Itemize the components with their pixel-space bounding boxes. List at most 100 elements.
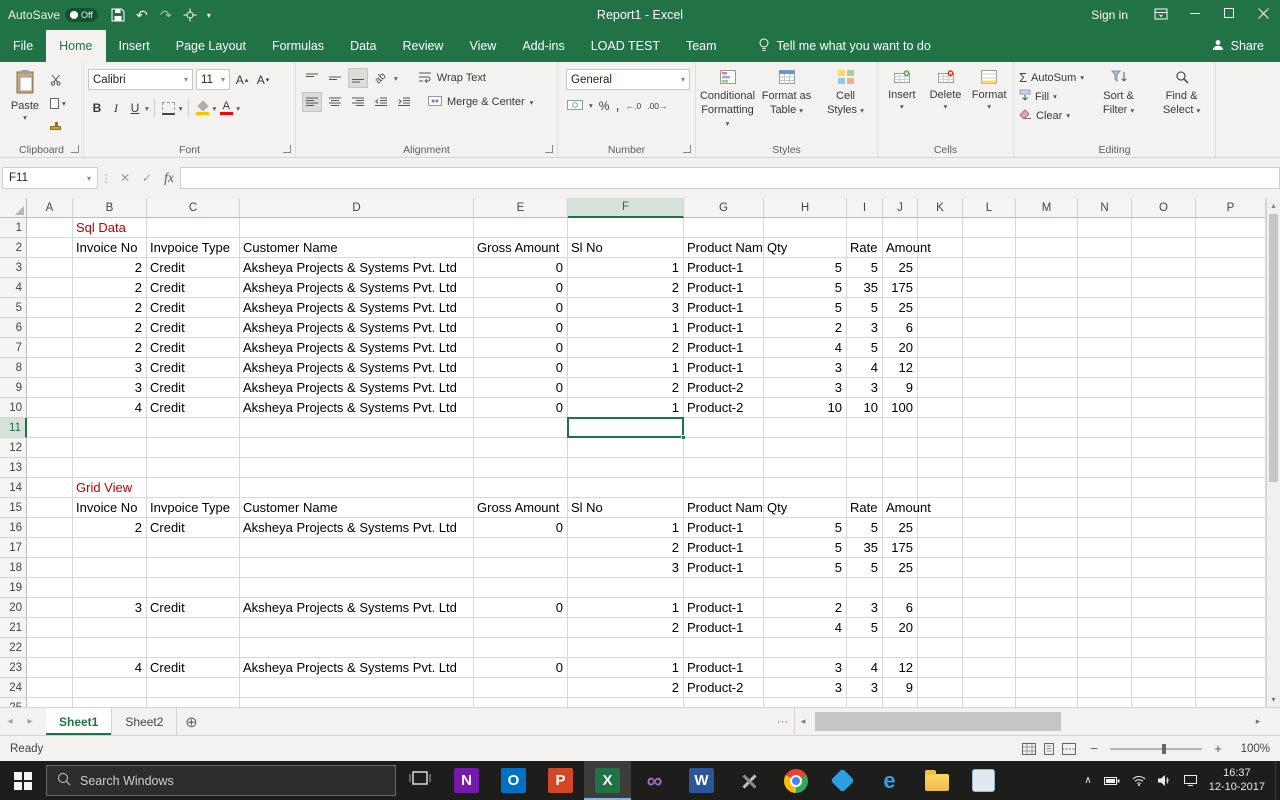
cell-J12[interactable] bbox=[883, 438, 918, 458]
tab-view[interactable]: View bbox=[456, 30, 509, 62]
cell-O5[interactable] bbox=[1132, 298, 1196, 318]
column-header-B[interactable]: B bbox=[73, 198, 147, 218]
cell-O24[interactable] bbox=[1132, 678, 1196, 698]
cell-D14[interactable] bbox=[240, 478, 474, 498]
cell-B21[interactable] bbox=[73, 618, 147, 638]
copy-button[interactable]: ▾ bbox=[48, 95, 68, 111]
cell-N14[interactable] bbox=[1078, 478, 1132, 498]
cell-H4[interactable]: 5 bbox=[764, 278, 847, 298]
font-size-select[interactable]: 11 ▾ bbox=[196, 69, 230, 90]
qat-redo-button[interactable]: ↷ bbox=[154, 3, 178, 27]
cell-P4[interactable] bbox=[1196, 278, 1266, 298]
cell-E25[interactable] bbox=[474, 698, 568, 707]
start-button[interactable] bbox=[0, 761, 46, 800]
cell-F22[interactable] bbox=[568, 638, 684, 658]
cell-D12[interactable] bbox=[240, 438, 474, 458]
cell-P1[interactable] bbox=[1196, 218, 1266, 238]
share-button[interactable]: Share bbox=[1196, 30, 1280, 62]
number-dialog-launcher[interactable] bbox=[683, 145, 691, 153]
cell-D20[interactable]: Aksheya Projects & Systems Pvt. Ltd bbox=[240, 598, 474, 618]
cell-F18[interactable]: 3 bbox=[568, 558, 684, 578]
wrap-text-button[interactable]: Wrap Text bbox=[413, 68, 491, 88]
cell-K7[interactable] bbox=[918, 338, 963, 358]
cell-C14[interactable] bbox=[147, 478, 240, 498]
cell-E19[interactable] bbox=[474, 578, 568, 598]
cell-N22[interactable] bbox=[1078, 638, 1132, 658]
cell-O19[interactable] bbox=[1132, 578, 1196, 598]
cell-B8[interactable]: 3 bbox=[73, 358, 147, 378]
cell-N16[interactable] bbox=[1078, 518, 1132, 538]
cell-H17[interactable]: 5 bbox=[764, 538, 847, 558]
column-header-P[interactable]: P bbox=[1196, 198, 1266, 218]
row-header-24[interactable]: 24 bbox=[0, 678, 27, 698]
cell-C15[interactable]: Invpoice Type bbox=[147, 498, 240, 518]
column-header-F[interactable]: F bbox=[568, 198, 684, 218]
row-header-17[interactable]: 17 bbox=[0, 538, 27, 558]
zoom-out-button[interactable]: − bbox=[1087, 741, 1101, 756]
cell-L1[interactable] bbox=[963, 218, 1016, 238]
cell-J4[interactable]: 175 bbox=[883, 278, 918, 298]
cell-C5[interactable]: Credit bbox=[147, 298, 240, 318]
cell-J25[interactable] bbox=[883, 698, 918, 707]
sheet-nav-left-button[interactable]: ◂ bbox=[0, 708, 20, 735]
cell-P15[interactable] bbox=[1196, 498, 1266, 518]
minimize-button[interactable] bbox=[1178, 0, 1212, 30]
cell-M10[interactable] bbox=[1016, 398, 1078, 418]
monitor-icon[interactable] bbox=[1183, 775, 1197, 786]
cell-B18[interactable] bbox=[73, 558, 147, 578]
cell-H1[interactable] bbox=[764, 218, 847, 238]
cell-H22[interactable] bbox=[764, 638, 847, 658]
cell-M25[interactable] bbox=[1016, 698, 1078, 707]
cell-D19[interactable] bbox=[240, 578, 474, 598]
cell-H6[interactable]: 2 bbox=[764, 318, 847, 338]
increase-font-size-button[interactable]: A ▴ bbox=[233, 70, 251, 90]
taskbar-chrome-button[interactable] bbox=[772, 761, 819, 800]
column-header-G[interactable]: G bbox=[684, 198, 764, 218]
cell-A21[interactable] bbox=[27, 618, 73, 638]
taskbar-notes-app-button[interactable] bbox=[960, 761, 1007, 800]
cell-J13[interactable] bbox=[883, 458, 918, 478]
cell-P19[interactable] bbox=[1196, 578, 1266, 598]
cell-D15[interactable]: Customer Name bbox=[240, 498, 474, 518]
cell-F2[interactable]: Sl No bbox=[568, 238, 684, 258]
cell-B4[interactable]: 2 bbox=[73, 278, 147, 298]
cell-I15[interactable]: Rate bbox=[847, 498, 883, 518]
cell-C3[interactable]: Credit bbox=[147, 258, 240, 278]
sort-filter-button[interactable]: Sort & Filter ▾ bbox=[1087, 64, 1150, 142]
cell-L9[interactable] bbox=[963, 378, 1016, 398]
cell-G6[interactable]: Product-1 bbox=[684, 318, 764, 338]
cell-L19[interactable] bbox=[963, 578, 1016, 598]
cell-K17[interactable] bbox=[918, 538, 963, 558]
cell-N13[interactable] bbox=[1078, 458, 1132, 478]
cell-K12[interactable] bbox=[918, 438, 963, 458]
cell-B1[interactable]: Sql Data bbox=[73, 218, 147, 238]
cell-O11[interactable] bbox=[1132, 418, 1196, 438]
cell-J20[interactable]: 6 bbox=[883, 598, 918, 618]
cell-D3[interactable]: Aksheya Projects & Systems Pvt. Ltd bbox=[240, 258, 474, 278]
cell-M8[interactable] bbox=[1016, 358, 1078, 378]
cell-I2[interactable]: Rate bbox=[847, 238, 883, 258]
cell-L16[interactable] bbox=[963, 518, 1016, 538]
align-right-button[interactable] bbox=[348, 92, 368, 112]
cell-C17[interactable] bbox=[147, 538, 240, 558]
cell-N1[interactable] bbox=[1078, 218, 1132, 238]
cell-N10[interactable] bbox=[1078, 398, 1132, 418]
status-page-break-view-button[interactable] bbox=[1060, 740, 1078, 758]
cell-M2[interactable] bbox=[1016, 238, 1078, 258]
tab-area-splitter[interactable]: ⋯ bbox=[771, 708, 794, 735]
cell-K8[interactable] bbox=[918, 358, 963, 378]
format-painter-button[interactable] bbox=[48, 118, 68, 133]
cell-O20[interactable] bbox=[1132, 598, 1196, 618]
cell-D1[interactable] bbox=[240, 218, 474, 238]
cell-I12[interactable] bbox=[847, 438, 883, 458]
cell-P12[interactable] bbox=[1196, 438, 1266, 458]
cell-F12[interactable] bbox=[568, 438, 684, 458]
tab-team[interactable]: Team bbox=[673, 30, 730, 62]
cell-L11[interactable] bbox=[963, 418, 1016, 438]
scroll-right-arrow-icon[interactable]: ▸ bbox=[1250, 708, 1266, 735]
cell-G14[interactable] bbox=[684, 478, 764, 498]
cell-M16[interactable] bbox=[1016, 518, 1078, 538]
underline-button[interactable]: U bbox=[126, 98, 144, 118]
cell-E5[interactable]: 0 bbox=[474, 298, 568, 318]
cell-D4[interactable]: Aksheya Projects & Systems Pvt. Ltd bbox=[240, 278, 474, 298]
